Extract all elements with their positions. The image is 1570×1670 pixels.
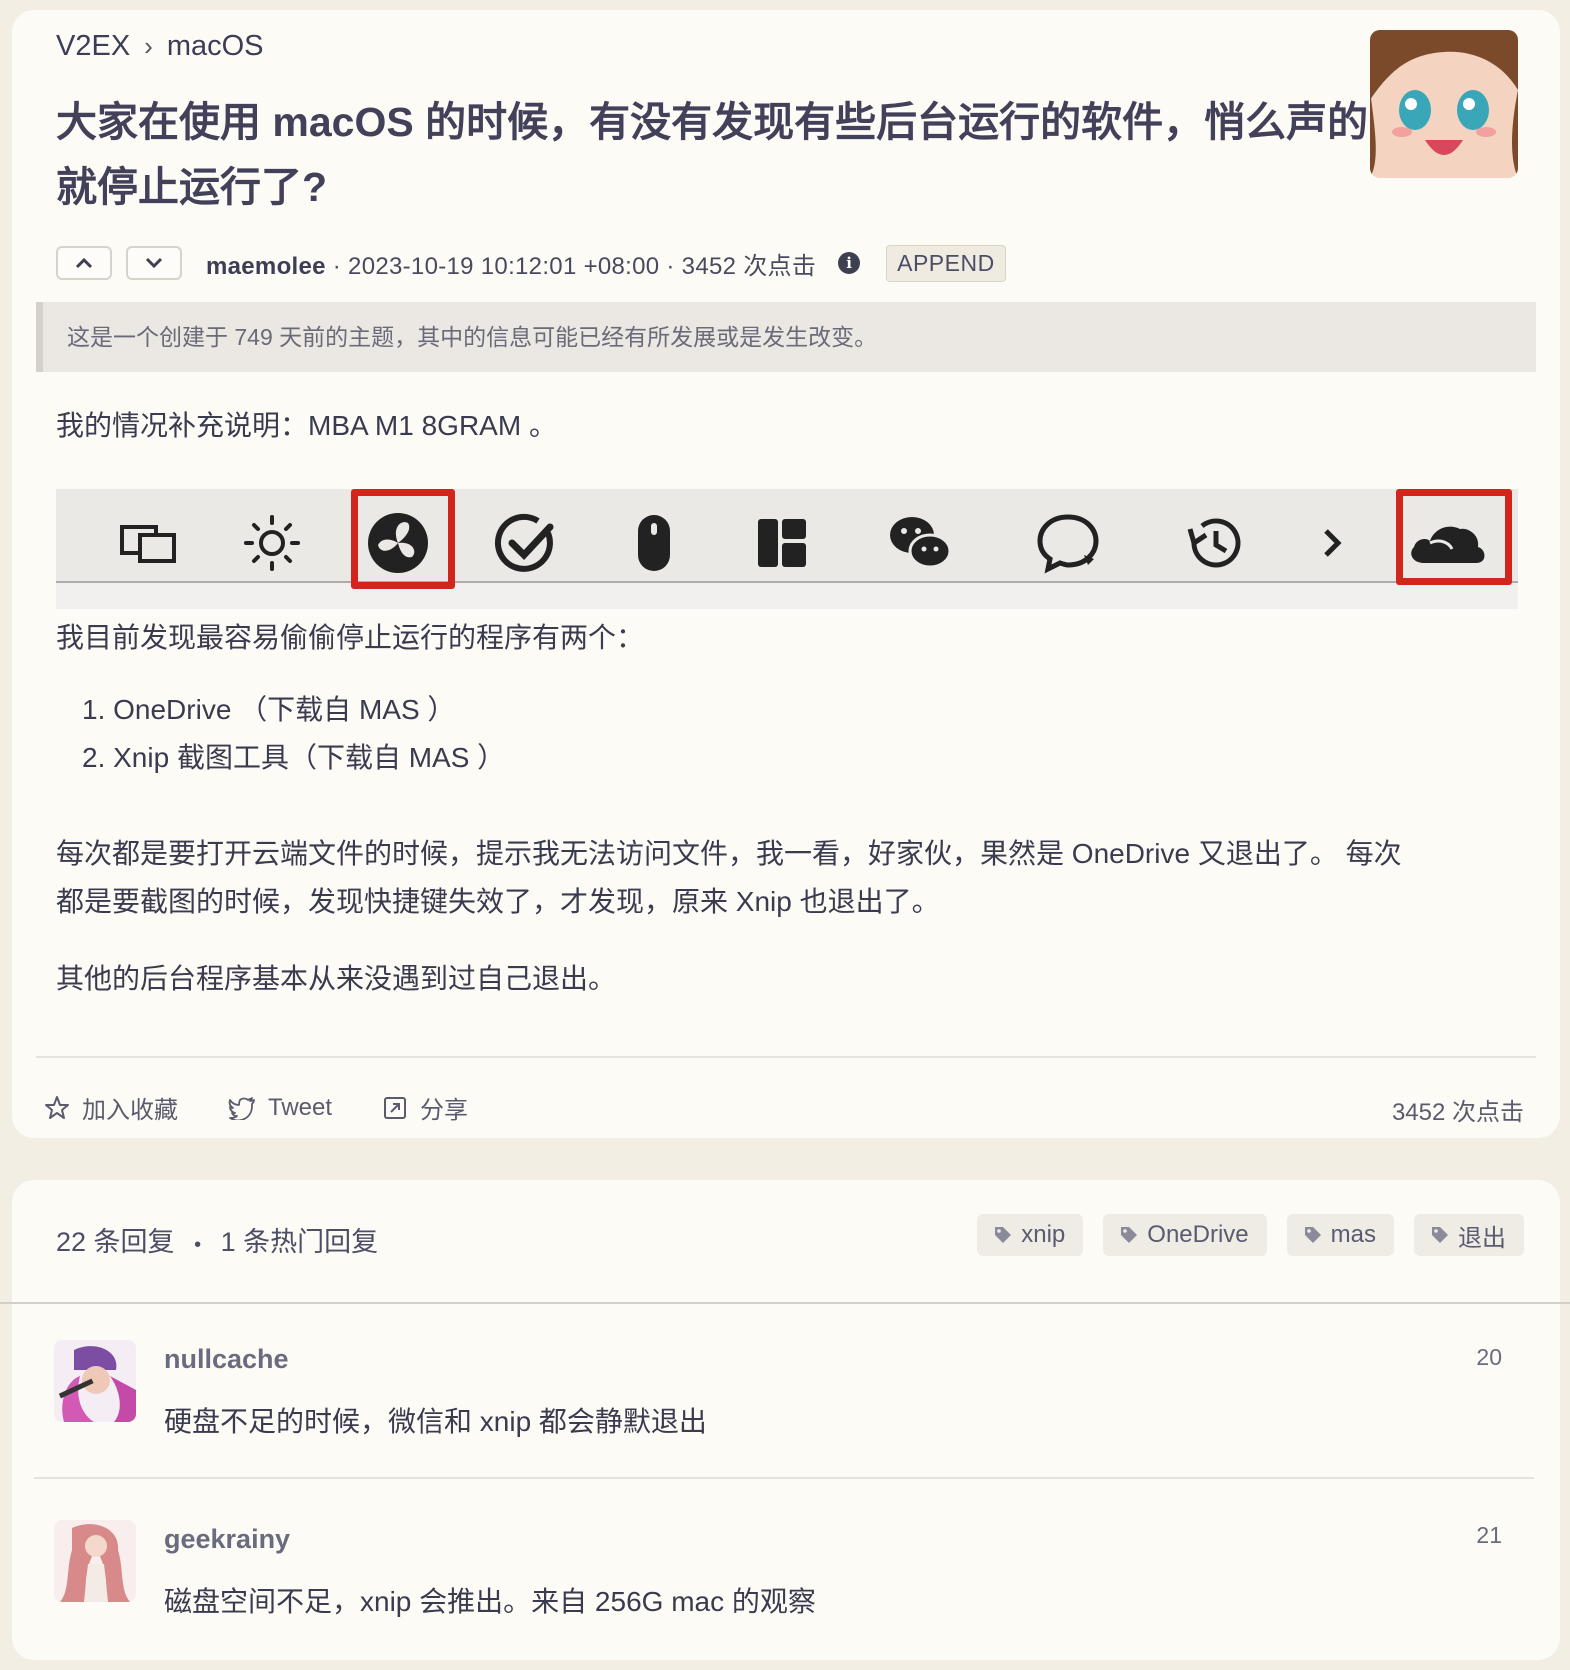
meta-text: maemolee · 2023-10-19 10:12:01 +08:00 · … bbox=[206, 246, 816, 281]
reply-item: nullcache 硬盘不足的时候，微信和 xnip 都会静默退出 20 bbox=[12, 1312, 1560, 1472]
tag-label: xnip bbox=[1021, 1221, 1066, 1248]
body-paragraph-3a: 每次都是要打开云端文件的时候，提示我无法访问文件，我一看，好家伙，果然是 One… bbox=[56, 838, 1402, 869]
tag-icon bbox=[1304, 1227, 1321, 1243]
breadcrumb: V2EX › macOS bbox=[56, 30, 264, 63]
share-icon bbox=[384, 1096, 407, 1119]
list-item: 2. Xnip 截图工具（下载自 MAS ） bbox=[82, 742, 506, 773]
upvote-button[interactable] bbox=[56, 246, 112, 280]
breadcrumb-site-link[interactable]: V2EX bbox=[56, 30, 130, 62]
topic-meta: maemolee · 2023-10-19 10:12:01 +08:00 · … bbox=[56, 242, 1006, 284]
body-paragraph-4: 其他的后台程序基本从来没遇到过自己退出。 bbox=[56, 963, 617, 994]
reply-content: 磁盘空间不足，xnip 会推出。来自 256G mac 的观察 bbox=[164, 1586, 816, 1617]
checkmark-icon bbox=[494, 513, 554, 572]
screens-icon bbox=[120, 525, 176, 563]
downvote-button[interactable] bbox=[126, 246, 182, 280]
layout-icon bbox=[758, 519, 806, 567]
body-paragraph-1: 我的情况补充说明：MBA M1 8GRAM 。 bbox=[56, 410, 557, 441]
list-item: 1. OneDrive （下载自 MAS ） bbox=[82, 694, 456, 725]
meta-date-clicks: · 2023-10-19 10:12:01 +08:00 · 3452 次点击 bbox=[325, 252, 817, 280]
tag-xnip[interactable]: xnip bbox=[977, 1214, 1084, 1256]
reply-username[interactable]: geekrainy bbox=[164, 1524, 290, 1555]
tag-icon bbox=[1121, 1227, 1138, 1243]
reply-floor-number: 21 bbox=[1476, 1522, 1502, 1548]
author-link[interactable]: maemolee bbox=[206, 253, 326, 280]
menubar-screenshot bbox=[56, 489, 1518, 609]
time-machine-icon bbox=[1187, 518, 1241, 568]
body-paragraph-3b: 都是要截图的时候，发现快捷键失效了，才发现，原来 Xnip 也退出了。 bbox=[56, 886, 940, 917]
reply-item: geekrainy 磁盘空间不足，xnip 会推出。来自 256G mac 的观… bbox=[12, 1490, 1560, 1650]
chat-bubble-icon bbox=[1037, 514, 1099, 574]
reply-divider bbox=[34, 1477, 1534, 1479]
tag-list: xnip OneDrive mas 退出 bbox=[957, 1214, 1524, 1256]
star-icon bbox=[45, 1095, 69, 1119]
tag-label: 退出 bbox=[1458, 1224, 1506, 1252]
tweet-button[interactable]: Tweet bbox=[228, 1094, 332, 1122]
topic-actions: 加入收藏 Tweet 分享 bbox=[44, 1090, 518, 1125]
tag-quit[interactable]: 退出 bbox=[1414, 1214, 1524, 1256]
reply-avatar[interactable] bbox=[54, 1340, 136, 1422]
brightness-icon bbox=[244, 515, 300, 571]
favorite-label: 加入收藏 bbox=[82, 1097, 178, 1124]
breadcrumb-separator: › bbox=[144, 31, 153, 61]
click-count: 3452 次点击 bbox=[1391, 1099, 1524, 1126]
tag-icon bbox=[995, 1227, 1012, 1243]
reply-count: 22 条回复 • 1 条热门回复 bbox=[56, 1220, 378, 1259]
reply-count-dot: • bbox=[194, 1234, 202, 1256]
append-button[interactable]: APPEND bbox=[886, 244, 1006, 282]
reply-floor-number: 20 bbox=[1476, 1344, 1502, 1370]
chevron-right-icon bbox=[1324, 529, 1342, 557]
tag-mas[interactable]: mas bbox=[1286, 1214, 1394, 1256]
topic-card: V2EX › macOS 大家在使用 macOS 的时候，有没有发现有些后台运行的软… bbox=[12, 10, 1560, 1138]
wechat-icon bbox=[890, 517, 952, 569]
chevron-up-icon bbox=[75, 257, 93, 269]
twitter-bird-icon bbox=[228, 1096, 255, 1120]
outdated-notice: 这是一个创建于 749 天前的主题，其中的信息可能已经有所发展或是发生改变。 bbox=[36, 302, 1536, 372]
onedrive-highlight-box bbox=[1396, 489, 1512, 585]
menubar-bottom-strip bbox=[56, 581, 1518, 609]
tag-icon bbox=[1432, 1227, 1448, 1243]
reply-count-total: 22 条回复 bbox=[56, 1227, 175, 1257]
body-paragraph-2: 我目前发现最容易偷偷停止运行的程序有两个： bbox=[56, 622, 645, 653]
mouse-icon bbox=[638, 515, 670, 571]
author-avatar[interactable] bbox=[1370, 30, 1518, 178]
tag-label: mas bbox=[1330, 1221, 1376, 1248]
share-button[interactable]: 分享 bbox=[382, 1090, 468, 1125]
tweet-label: Tweet bbox=[268, 1093, 333, 1121]
info-icon[interactable]: i bbox=[838, 252, 861, 274]
breadcrumb-node-link[interactable]: macOS bbox=[167, 30, 264, 62]
actions-divider bbox=[36, 1056, 1536, 1058]
favorite-button[interactable]: 加入收藏 bbox=[44, 1090, 178, 1125]
share-label: 分享 bbox=[420, 1097, 469, 1124]
reply-username[interactable]: nullcache bbox=[164, 1344, 289, 1375]
fan-highlight-box bbox=[351, 489, 455, 589]
topic-title: 大家在使用 macOS 的时候，有没有发现有些后台运行的软件，悄么声的就停止运行… bbox=[56, 99, 1369, 210]
tag-label: OneDrive bbox=[1147, 1221, 1249, 1248]
reply-count-hot[interactable]: 1 条热门回复 bbox=[221, 1227, 379, 1257]
reply-content: 硬盘不足的时候，微信和 xnip 都会静默退出 bbox=[164, 1406, 707, 1437]
reply-avatar[interactable] bbox=[54, 1520, 136, 1602]
tag-onedrive[interactable]: OneDrive bbox=[1103, 1214, 1267, 1256]
chevron-down-icon bbox=[145, 257, 163, 269]
replies-header-divider bbox=[0, 1302, 1570, 1304]
